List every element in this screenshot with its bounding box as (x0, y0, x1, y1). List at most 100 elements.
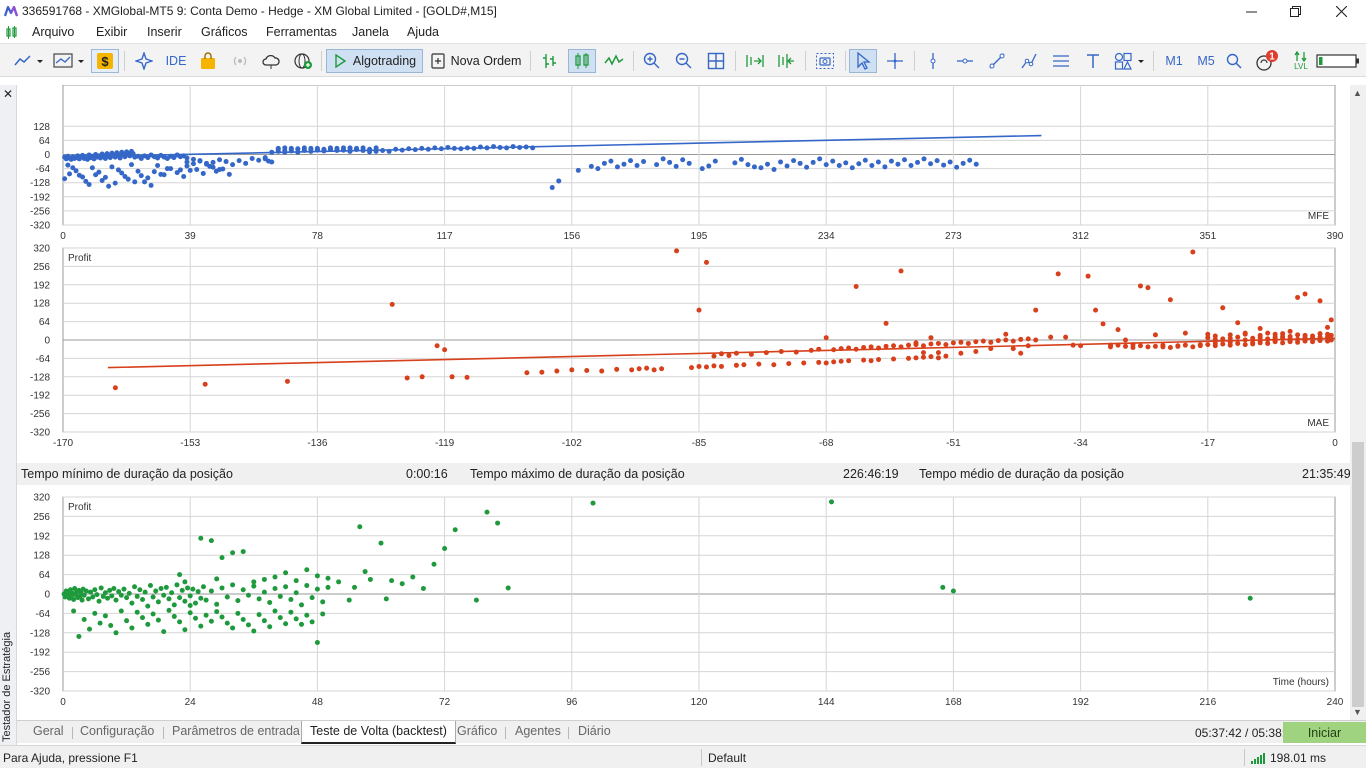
y-axis-label: Profit (68, 502, 92, 513)
zoom-out-button[interactable] (671, 49, 697, 73)
menu-graficos[interactable]: Gráficos (201, 25, 248, 39)
web-button[interactable] (291, 49, 315, 73)
data-point (947, 159, 953, 165)
tab-parametros-de-entrada[interactable]: Parâmetros de entrada (172, 724, 300, 738)
data-point (283, 570, 289, 576)
data-point (352, 584, 357, 590)
vertical-line-button[interactable] (920, 49, 946, 73)
tab-agentes[interactable]: Agentes (515, 724, 561, 738)
menu-arquivo[interactable]: Arquivo (32, 25, 74, 39)
tab-grafico[interactable]: Gráfico (457, 724, 497, 738)
tab-teste-de-volta[interactable]: Teste de Volta (backtest) (301, 721, 456, 744)
y-tick-label: 320 (33, 244, 50, 255)
polyline-button[interactable] (1016, 49, 1042, 73)
line-chart-dropdown[interactable] (10, 49, 46, 73)
menu-ferramentas[interactable]: Ferramentas (266, 25, 337, 39)
market-bag-button[interactable] (195, 49, 221, 73)
menu-inserir[interactable]: Inserir (147, 25, 182, 39)
trend-line-button[interactable] (984, 49, 1010, 73)
vps-button[interactable] (259, 49, 283, 73)
data-point (1220, 341, 1226, 347)
data-point (1235, 334, 1241, 340)
data-point (1190, 249, 1196, 255)
tab-geral[interactable]: Geral (33, 724, 64, 738)
scrollbar-thumb[interactable] (1352, 442, 1364, 707)
menu-janela[interactable]: Janela (352, 25, 389, 39)
data-point (224, 620, 230, 626)
data-point (83, 178, 89, 184)
data-point (950, 340, 956, 346)
crosshair-button[interactable] (882, 49, 908, 73)
chart-template-dropdown[interactable] (50, 49, 86, 73)
scroll-down-icon[interactable]: ▼ (1353, 707, 1362, 717)
close-panel-icon[interactable]: ✕ (3, 87, 13, 101)
new-order-button[interactable]: Nova Ordem (428, 49, 524, 73)
data-point (784, 163, 790, 169)
avg-duration-label: Tempo médio de duração da posição (919, 467, 1124, 481)
search-button[interactable] (1222, 49, 1246, 73)
channel-icon (1053, 55, 1069, 67)
signals-button[interactable] (131, 49, 157, 73)
x-tick-label: 273 (945, 231, 962, 242)
lvl-indicator[interactable]: LVL (1290, 49, 1312, 73)
data-point (1152, 343, 1158, 349)
signal-broadcast-button[interactable] (228, 49, 252, 73)
horizontal-line-button[interactable] (952, 49, 978, 73)
chart-mode-icon[interactable] (6, 26, 18, 39)
algotrading-button[interactable]: Algotrading (326, 49, 423, 73)
data-point (347, 145, 353, 151)
menu-ajuda[interactable]: Ajuda (407, 25, 439, 39)
x-axis-label: MAE (1307, 418, 1329, 429)
notifications-button[interactable]: 1 (1250, 49, 1282, 73)
data-point (261, 618, 267, 624)
line-mode-button[interactable] (601, 49, 627, 73)
chart-shift-button[interactable] (773, 49, 799, 73)
channel-button[interactable] (1048, 49, 1074, 73)
ide-button[interactable]: IDE (163, 49, 189, 73)
data-point (327, 145, 333, 151)
bar-chart-button[interactable] (537, 49, 563, 73)
data-point (261, 589, 267, 595)
data-point (208, 588, 214, 594)
x-tick-label: 390 (1327, 231, 1344, 242)
y-tick-label: -192 (30, 192, 50, 203)
restore-button[interactable] (1272, 0, 1318, 22)
data-point (988, 346, 994, 352)
duration-stats-band: Tempo mínimo de duração da posição 0:00:… (17, 463, 1351, 485)
menu-exibir[interactable]: Exibir (96, 25, 127, 39)
close-button[interactable] (1318, 0, 1364, 22)
minimize-button[interactable] (1228, 0, 1274, 22)
data-point (473, 597, 479, 603)
data-point (367, 146, 373, 152)
data-point (458, 146, 464, 152)
cursor-button[interactable] (849, 49, 877, 73)
tab-diario[interactable]: Diário (578, 724, 611, 738)
scroll-end-button[interactable] (741, 49, 767, 73)
data-point (1085, 273, 1091, 279)
screenshot-button[interactable] (811, 49, 839, 73)
data-point (1227, 342, 1233, 348)
data-point (935, 340, 941, 346)
text-tool-button[interactable] (1080, 49, 1106, 73)
timeframe-m1-button[interactable]: M1 (1160, 49, 1188, 73)
market-button[interactable]: $ (91, 49, 119, 73)
tile-windows-button[interactable] (703, 49, 729, 73)
candlestick-button[interactable] (568, 49, 596, 73)
profile-name[interactable]: Default (708, 751, 746, 765)
start-button[interactable]: Iniciar (1283, 722, 1366, 743)
data-point (301, 145, 307, 151)
data-point (888, 158, 894, 164)
vertical-scrollbar[interactable]: ▲ ▼ (1350, 85, 1366, 720)
timeframe-m5-button[interactable]: M5 (1192, 49, 1220, 73)
zoom-in-button[interactable] (639, 49, 665, 73)
shapes-dropdown[interactable] (1112, 49, 1148, 73)
scroll-up-icon[interactable]: ▲ (1353, 88, 1362, 98)
data-point (219, 585, 225, 591)
data-point (601, 160, 607, 166)
x-tick-label: 96 (566, 697, 578, 708)
data-point (862, 157, 868, 163)
tab-configuracao[interactable]: Configuração (80, 724, 154, 738)
x-tick-label: -68 (819, 438, 834, 449)
data-point (336, 579, 342, 585)
data-point (102, 613, 108, 619)
